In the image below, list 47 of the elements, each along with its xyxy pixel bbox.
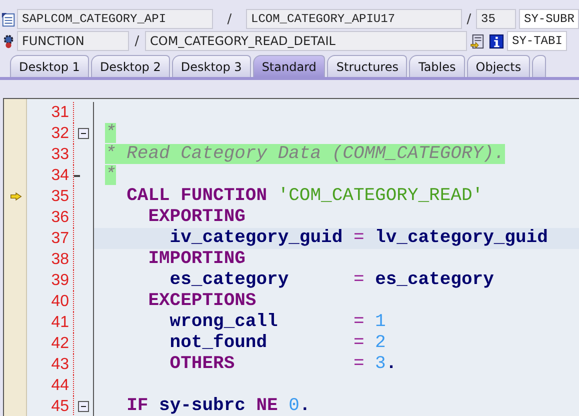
line-number: 36 [27, 207, 74, 228]
code-line: EXPORTING [147, 207, 246, 228]
code-line: not_found = 2 [168, 333, 386, 354]
variable-field[interactable]: SY-TABI [507, 31, 567, 51]
tab[interactable]: Structures [327, 55, 408, 77]
code-line: IF sy-subrc NE 0. [126, 396, 310, 416]
program-field: SAPLCOM_CATEGORY_API [17, 9, 213, 29]
line-number: 44 [27, 375, 74, 396]
collapse-icon[interactable] [78, 128, 89, 139]
separator-slash: / [466, 12, 472, 26]
tab[interactable]: Desktop 3 [172, 55, 251, 77]
line-number: 35 [27, 186, 74, 207]
line-number-field: 35 [476, 9, 516, 29]
code-line: OTHERS = 3. [168, 354, 397, 375]
gear-icon[interactable] [1, 34, 16, 48]
tab[interactable]: Objects [466, 55, 530, 77]
line-number: 34 [27, 165, 74, 186]
tab[interactable]: Tables [409, 55, 465, 77]
code-line: EXCEPTIONS [147, 291, 256, 312]
info-icon[interactable] [489, 34, 504, 48]
document-icon[interactable] [1, 12, 16, 26]
code-line: IMPORTING [147, 249, 246, 270]
object-type-field: FUNCTION [17, 31, 129, 51]
tab[interactable]: Desktop 2 [90, 55, 170, 77]
code-line: wrong_call = 1 [168, 312, 386, 333]
line-number: 45 [27, 396, 74, 416]
line-number: 42 [27, 333, 74, 354]
separator-slash: / [134, 34, 140, 48]
variable-field[interactable]: SY-SUBR [519, 9, 579, 29]
tab[interactable]: Standard [252, 55, 326, 77]
line-number: 39 [27, 270, 74, 291]
code-line: iv_category_guid = lv_category_guid [168, 228, 548, 249]
code-line: es_category = es_category [168, 270, 494, 291]
tab[interactable]: Desktop 1 [10, 55, 89, 77]
line-number: 37 [27, 228, 74, 249]
line-number: 40 [27, 291, 74, 312]
line-number: 43 [27, 354, 74, 375]
code-line: CALL FUNCTION 'COM_CATEGORY_READ' [126, 186, 484, 207]
include-field: LCOM_CATEGORY_APIU17 [246, 9, 462, 29]
separator-slash: / [226, 12, 233, 26]
line-number: 31 [27, 102, 74, 123]
collapse-icon[interactable] [78, 401, 89, 412]
function-name-field: COM_CATEGORY_READ_DETAIL [145, 31, 467, 51]
line-number: 38 [27, 249, 74, 270]
line-number: 33 [27, 144, 74, 165]
line-number: 32 [27, 123, 74, 144]
line-number: 41 [27, 312, 74, 333]
